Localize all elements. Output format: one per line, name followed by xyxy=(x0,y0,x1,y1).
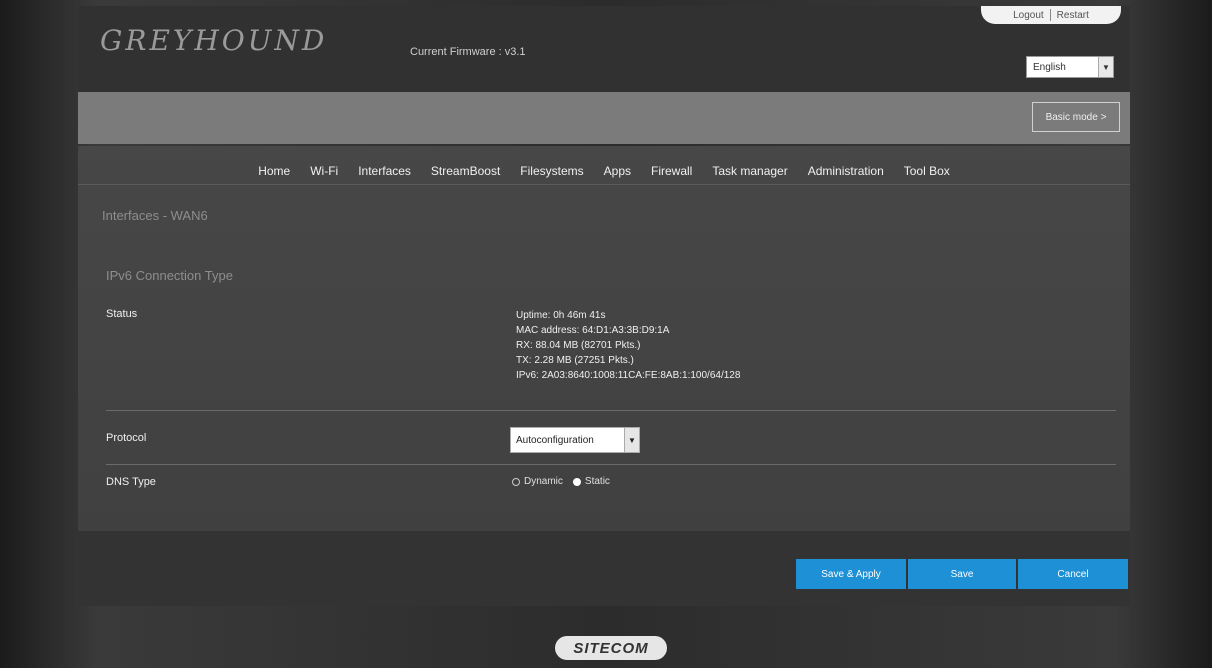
divider xyxy=(106,464,1116,465)
save-apply-button[interactable]: Save & Apply xyxy=(796,559,906,589)
top-actions: Logout Restart xyxy=(981,6,1121,24)
status-mac: MAC address: 64:D1:A3:3B:D9:1A xyxy=(516,325,670,336)
status-uptime: Uptime: 0h 46m 41s xyxy=(516,310,606,321)
firmware-version: Current Firmware : v3.1 xyxy=(410,46,526,58)
chevron-down-icon: ▼ xyxy=(624,428,639,452)
status-tx: TX: 2.28 MB (27251 Pkts.) xyxy=(516,355,634,366)
action-bar: Save & Apply Save Cancel xyxy=(78,531,1130,606)
status-ipv6: IPv6: 2A03:8640:1008:11CA:FE:8AB:1:100/6… xyxy=(516,370,741,381)
cancel-button[interactable]: Cancel xyxy=(1018,559,1128,589)
sitecom-logo: SITECOM xyxy=(555,636,667,660)
logout-link[interactable]: Logout xyxy=(1013,10,1044,21)
nav-home[interactable]: Home xyxy=(248,158,300,184)
dns-dynamic-label: Dynamic xyxy=(524,476,563,487)
nav-tool-box[interactable]: Tool Box xyxy=(894,158,960,184)
dns-type-label: DNS Type xyxy=(106,476,156,488)
dns-static-radio[interactable] xyxy=(572,477,581,486)
protocol-value: Autoconfiguration xyxy=(516,434,594,446)
nav-apps[interactable]: Apps xyxy=(594,158,641,184)
nav-wifi[interactable]: Wi-Fi xyxy=(300,158,348,184)
mode-bar: Basic mode > xyxy=(78,92,1130,144)
nav-streamboost[interactable]: StreamBoost xyxy=(421,158,510,184)
protocol-label: Protocol xyxy=(106,432,147,444)
divider xyxy=(106,410,1116,411)
nav-interfaces[interactable]: Interfaces xyxy=(348,158,421,184)
language-select[interactable]: English ▼ xyxy=(1026,56,1114,78)
nav-filesystems[interactable]: Filesystems xyxy=(510,158,593,184)
section-title: IPv6 Connection Type xyxy=(106,268,233,283)
nav-firewall[interactable]: Firewall xyxy=(641,158,702,184)
separator xyxy=(1049,9,1051,21)
dns-static-label: Static xyxy=(584,476,610,487)
protocol-select[interactable]: Autoconfiguration ▼ xyxy=(510,427,640,453)
dns-dynamic-radio[interactable] xyxy=(512,477,520,486)
dns-type-options: Dynamic Static xyxy=(512,476,610,487)
nav-administration[interactable]: Administration xyxy=(798,158,894,184)
breadcrumb: Interfaces - WAN6 xyxy=(102,208,208,223)
status-rx: RX: 88.04 MB (82701 Pkts.) xyxy=(516,340,641,351)
main-panel: Home Wi-Fi Interfaces StreamBoost Filesy… xyxy=(78,146,1130,606)
greyhound-logo: GREYHOUND xyxy=(100,24,328,57)
restart-link[interactable]: Restart xyxy=(1057,10,1089,21)
chevron-down-icon: ▼ xyxy=(1098,57,1113,77)
save-button[interactable]: Save xyxy=(908,559,1016,589)
language-value: English xyxy=(1033,61,1066,73)
main-nav: Home Wi-Fi Interfaces StreamBoost Filesy… xyxy=(78,158,1130,185)
basic-mode-button[interactable]: Basic mode > xyxy=(1032,102,1120,132)
status-label: Status xyxy=(106,308,138,320)
nav-task-manager[interactable]: Task manager xyxy=(702,158,797,184)
status-info: Uptime: 0h 46m 41s MAC address: 64:D1:A3… xyxy=(516,308,740,383)
header: GREYHOUND Current Firmware : v3.1 Logout… xyxy=(78,6,1130,92)
